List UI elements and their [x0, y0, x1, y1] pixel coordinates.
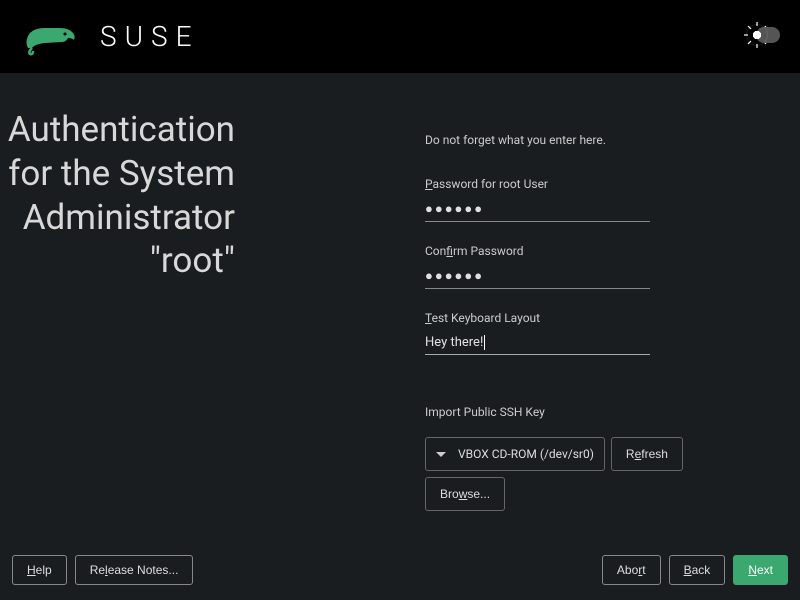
page-title-line: for the System — [8, 153, 235, 194]
brand-text: SUSE — [100, 20, 200, 53]
chameleon-logo-icon — [20, 18, 80, 56]
ssh-source-dropdown[interactable]: VBOX CD-ROM (/dev/sr0) — [425, 437, 605, 471]
abort-button[interactable]: Abort — [602, 555, 661, 585]
password-label: Password for root User — [425, 177, 650, 191]
keyboard-test-label: Test Keyboard Layout — [425, 311, 650, 325]
left-panel: Authentication for the System Administra… — [0, 73, 235, 553]
page-title: Authentication for the System Administra… — [0, 108, 235, 283]
ssh-label: Import Public SSH Key — [425, 405, 800, 419]
theme-toggle[interactable] — [756, 27, 780, 47]
browse-button[interactable]: Browse... — [425, 477, 505, 511]
page-title-line: "root" — [150, 240, 235, 281]
refresh-button[interactable]: Refresh — [611, 437, 683, 471]
chevron-down-icon — [436, 452, 446, 457]
ssh-section: Import Public SSH Key VBOX CD-ROM (/dev/… — [425, 405, 800, 511]
page-title-line: Administrator — [23, 197, 235, 238]
footer: Help Release Notes... Abort Back Next — [0, 553, 800, 600]
keyboard-test-input[interactable]: Hey there! — [425, 331, 650, 355]
main-content: Authentication for the System Administra… — [0, 73, 800, 553]
back-button[interactable]: Back — [669, 555, 726, 585]
header: SUSE — [0, 0, 800, 73]
password-input[interactable]: ●●●●●● — [425, 197, 650, 222]
ssh-source-value: VBOX CD-ROM (/dev/sr0) — [458, 447, 594, 461]
form-panel: Do not forget what you enter here. Passw… — [235, 73, 800, 553]
confirm-password-label: Confirm Password — [425, 244, 650, 258]
hint-text: Do not forget what you enter here. — [425, 133, 800, 147]
next-button[interactable]: Next — [733, 555, 788, 585]
confirm-password-input[interactable]: ●●●●●● — [425, 264, 650, 289]
confirm-password-field-group: Confirm Password ●●●●●● — [425, 244, 650, 289]
logo-area: SUSE — [20, 18, 200, 56]
release-notes-button[interactable]: Release Notes... — [75, 555, 194, 585]
page-title-line: Authentication — [8, 109, 235, 150]
keyboard-test-field-group: Test Keyboard Layout Hey there! — [425, 311, 650, 355]
help-button[interactable]: Help — [12, 555, 67, 585]
password-field-group: Password for root User ●●●●●● — [425, 177, 650, 222]
